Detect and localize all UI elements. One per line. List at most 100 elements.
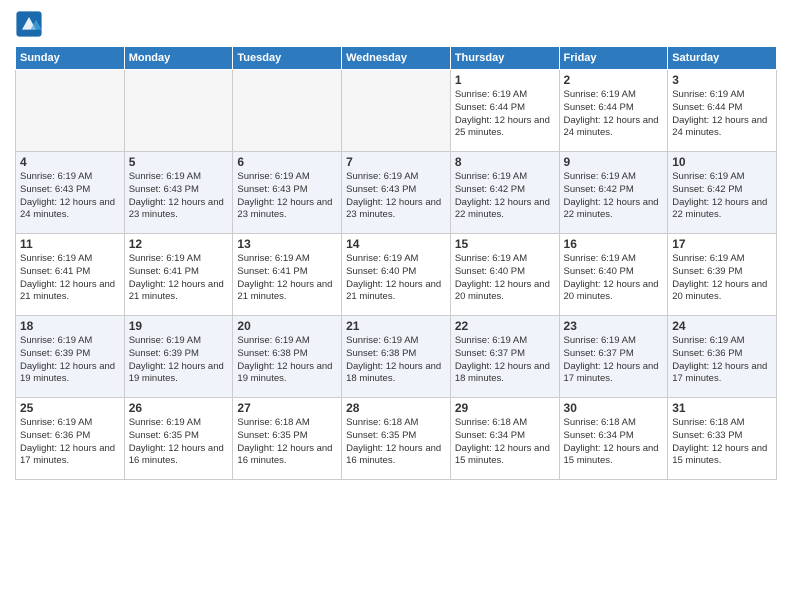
page: SundayMondayTuesdayWednesdayThursdayFrid… [0, 0, 792, 490]
day-number: 1 [455, 73, 555, 87]
day-number: 7 [346, 155, 446, 169]
calendar-cell: 18Sunrise: 6:19 AMSunset: 6:39 PMDayligh… [16, 316, 125, 398]
day-number: 15 [455, 237, 555, 251]
day-info: Sunrise: 6:19 AMSunset: 6:38 PMDaylight:… [237, 335, 337, 386]
day-info: Sunrise: 6:19 AMSunset: 6:38 PMDaylight:… [346, 335, 446, 386]
day-info: Sunrise: 6:19 AMSunset: 6:39 PMDaylight:… [129, 335, 229, 386]
logo-icon [15, 10, 43, 38]
calendar-cell: 7 Sunrise: 6:19 AMSunset: 6:43 PMDaylight… [342, 152, 451, 234]
calendar-cell: 22 Sunrise: 6:19 AMSunset: 6:37 PMDayligh… [450, 316, 559, 398]
calendar-cell: 11 Sunrise: 6:19 AMSunset: 6:41 PMDayligh… [16, 234, 125, 316]
day-info: Sunrise: 6:18 AMSunset: 6:34 PMDaylight:… [564, 417, 664, 468]
calendar-cell: 31 Sunrise: 6:18 AMSunset: 6:33 PMDayligh… [668, 398, 777, 480]
calendar-week-row: 1 Sunrise: 6:19 AMSunset: 6:44 PMDaylight… [16, 70, 777, 152]
day-number: 8 [455, 155, 555, 169]
day-number: 21 [346, 319, 446, 333]
day-number: 22 [455, 319, 555, 333]
day-number: 25 [20, 401, 120, 415]
day-number: 23 [564, 319, 664, 333]
day-number: 4 [20, 155, 120, 169]
day-number: 27 [237, 401, 337, 415]
calendar-cell [124, 70, 233, 152]
calendar-cell [342, 70, 451, 152]
day-number: 26 [129, 401, 229, 415]
day-info: Sunrise: 6:19 AMSunset: 6:40 PMDaylight:… [564, 253, 664, 304]
day-number: 9 [564, 155, 664, 169]
calendar-week-row: 18 Sunrise: 6:19 AMSunset: 6:39 PMDayligh… [16, 316, 777, 398]
calendar-cell: 29Sunrise: 6:18 AMSunset: 6:34 PMDayligh… [450, 398, 559, 480]
calendar-cell: 25 Sunrise: 6:19 AMSunset: 6:36 PMDayligh… [16, 398, 125, 480]
day-number: 14 [346, 237, 446, 251]
calendar-cell: 21 Sunrise: 6:19 AMSunset: 6:38 PMDayligh… [342, 316, 451, 398]
calendar-cell: 13 Sunrise: 6:19 AMSunset: 6:41 PMDayligh… [233, 234, 342, 316]
day-info: Sunrise: 6:19 AMSunset: 6:44 PMDaylight:… [455, 89, 555, 140]
logo [15, 10, 47, 38]
calendar-cell: 19 Sunrise: 6:19 AMSunset: 6:39 PMDayligh… [124, 316, 233, 398]
day-info: Sunrise: 6:19 AMSunset: 6:44 PMDaylight:… [564, 89, 664, 140]
calendar-cell: 24 Sunrise: 6:19 AMSunset: 6:36 PMDayligh… [668, 316, 777, 398]
day-number: 5 [129, 155, 229, 169]
calendar-cell: 2Sunrise: 6:19 AMSunset: 6:44 PMDaylight… [559, 70, 668, 152]
calendar-cell: 30 Sunrise: 6:18 AMSunset: 6:34 PMDayligh… [559, 398, 668, 480]
day-info: Sunrise: 6:19 AMSunset: 6:41 PMDaylight:… [129, 253, 229, 304]
day-info: Sunrise: 6:19 AMSunset: 6:37 PMDaylight:… [455, 335, 555, 386]
day-info: Sunrise: 6:19 AMSunset: 6:43 PMDaylight:… [346, 171, 446, 222]
day-number: 30 [564, 401, 664, 415]
day-number: 20 [237, 319, 337, 333]
day-info: Sunrise: 6:19 AMSunset: 6:41 PMDaylight:… [20, 253, 120, 304]
calendar-cell: 9 Sunrise: 6:19 AMSunset: 6:42 PMDaylight… [559, 152, 668, 234]
day-info: Sunrise: 6:18 AMSunset: 6:35 PMDaylight:… [237, 417, 337, 468]
calendar-cell: 3 Sunrise: 6:19 AMSunset: 6:44 PMDaylight… [668, 70, 777, 152]
calendar-cell: 1 Sunrise: 6:19 AMSunset: 6:44 PMDaylight… [450, 70, 559, 152]
day-info: Sunrise: 6:19 AMSunset: 6:36 PMDaylight:… [672, 335, 772, 386]
calendar-day-header: Sunday [16, 47, 125, 70]
day-info: Sunrise: 6:19 AMSunset: 6:40 PMDaylight:… [455, 253, 555, 304]
calendar-week-row: 4 Sunrise: 6:19 AMSunset: 6:43 PMDaylight… [16, 152, 777, 234]
calendar-week-row: 25 Sunrise: 6:19 AMSunset: 6:36 PMDayligh… [16, 398, 777, 480]
calendar-cell: 20 Sunrise: 6:19 AMSunset: 6:38 PMDayligh… [233, 316, 342, 398]
header [15, 10, 777, 38]
day-number: 28 [346, 401, 446, 415]
calendar-cell: 14Sunrise: 6:19 AMSunset: 6:40 PMDayligh… [342, 234, 451, 316]
calendar-cell: 5Sunrise: 6:19 AMSunset: 6:43 PMDaylight… [124, 152, 233, 234]
calendar-cell: 10Sunrise: 6:19 AMSunset: 6:42 PMDayligh… [668, 152, 777, 234]
day-info: Sunrise: 6:19 AMSunset: 6:42 PMDaylight:… [564, 171, 664, 222]
calendar-cell [233, 70, 342, 152]
calendar-cell: 6Sunrise: 6:19 AMSunset: 6:43 PMDaylight… [233, 152, 342, 234]
calendar-day-header: Friday [559, 47, 668, 70]
day-info: Sunrise: 6:19 AMSunset: 6:42 PMDaylight:… [455, 171, 555, 222]
calendar-day-header: Thursday [450, 47, 559, 70]
day-info: Sunrise: 6:19 AMSunset: 6:39 PMDaylight:… [672, 253, 772, 304]
day-info: Sunrise: 6:19 AMSunset: 6:43 PMDaylight:… [20, 171, 120, 222]
calendar-cell: 23 Sunrise: 6:19 AMSunset: 6:37 PMDayligh… [559, 316, 668, 398]
calendar-cell: 17Sunrise: 6:19 AMSunset: 6:39 PMDayligh… [668, 234, 777, 316]
day-info: Sunrise: 6:19 AMSunset: 6:36 PMDaylight:… [20, 417, 120, 468]
day-number: 11 [20, 237, 120, 251]
calendar-cell: 12 Sunrise: 6:19 AMSunset: 6:41 PMDayligh… [124, 234, 233, 316]
day-info: Sunrise: 6:19 AMSunset: 6:44 PMDaylight:… [672, 89, 772, 140]
day-number: 13 [237, 237, 337, 251]
day-number: 3 [672, 73, 772, 87]
day-number: 29 [455, 401, 555, 415]
day-info: Sunrise: 6:19 AMSunset: 6:37 PMDaylight:… [564, 335, 664, 386]
calendar-cell: 28Sunrise: 6:18 AMSunset: 6:35 PMDayligh… [342, 398, 451, 480]
day-info: Sunrise: 6:18 AMSunset: 6:33 PMDaylight:… [672, 417, 772, 468]
calendar: SundayMondayTuesdayWednesdayThursdayFrid… [15, 46, 777, 480]
day-number: 12 [129, 237, 229, 251]
calendar-cell: 27 Sunrise: 6:18 AMSunset: 6:35 PMDayligh… [233, 398, 342, 480]
day-info: Sunrise: 6:19 AMSunset: 6:42 PMDaylight:… [672, 171, 772, 222]
calendar-day-header: Monday [124, 47, 233, 70]
calendar-cell: 8 Sunrise: 6:19 AMSunset: 6:42 PMDaylight… [450, 152, 559, 234]
calendar-day-header: Wednesday [342, 47, 451, 70]
day-number: 18 [20, 319, 120, 333]
day-number: 24 [672, 319, 772, 333]
calendar-day-header: Tuesday [233, 47, 342, 70]
day-number: 19 [129, 319, 229, 333]
calendar-day-header: Saturday [668, 47, 777, 70]
calendar-cell: 15 Sunrise: 6:19 AMSunset: 6:40 PMDayligh… [450, 234, 559, 316]
calendar-week-row: 11 Sunrise: 6:19 AMSunset: 6:41 PMDayligh… [16, 234, 777, 316]
calendar-cell: 4 Sunrise: 6:19 AMSunset: 6:43 PMDaylight… [16, 152, 125, 234]
day-info: Sunrise: 6:19 AMSunset: 6:41 PMDaylight:… [237, 253, 337, 304]
day-number: 31 [672, 401, 772, 415]
day-number: 6 [237, 155, 337, 169]
